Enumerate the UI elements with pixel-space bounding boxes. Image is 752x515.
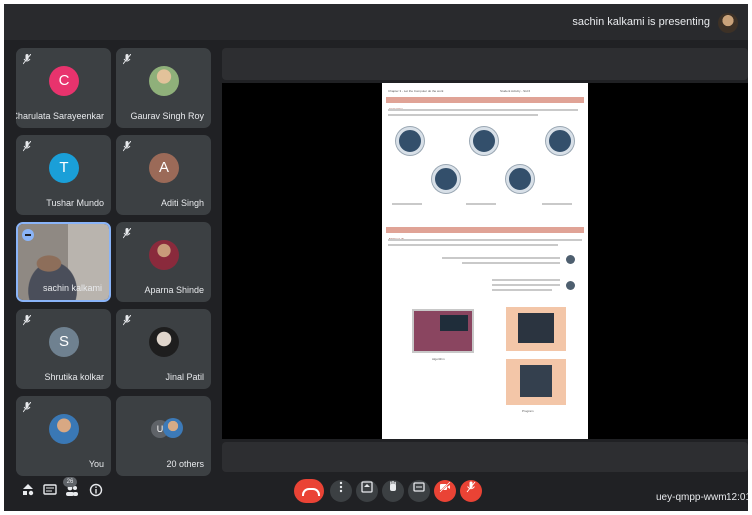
meet-window: sachin kalkami is presenting C Charulata…	[4, 4, 748, 511]
participant-tile[interactable]: Jinal Patil	[116, 309, 211, 389]
doc-header-right: Student Activity - Std 6	[500, 89, 531, 93]
doc-text-line	[388, 114, 538, 116]
participant-name: sachin kalkami	[42, 283, 102, 293]
activities-icon[interactable]	[20, 483, 36, 499]
stage-bottom-strip	[222, 442, 748, 472]
others-avatars: U	[151, 418, 183, 440]
avatar: T	[49, 153, 79, 183]
participant-name: You	[88, 459, 104, 469]
participant-name: Charulata Sarayeenkar	[16, 111, 104, 121]
doc-diagram-circle	[506, 165, 534, 193]
meeting-code: uey-qmpp-wwm	[656, 492, 727, 503]
doc-text-line	[392, 203, 422, 205]
avatar: S	[49, 327, 79, 357]
participant-tile[interactable]: A Aditi Singh	[116, 135, 211, 215]
doc-diagram-circle	[470, 127, 498, 155]
shared-document: Chapter 3 - Let the Computer do the work…	[382, 83, 588, 439]
doc-text-line	[542, 203, 572, 205]
doc-caption: Algorithm	[432, 357, 445, 361]
avatar: C	[49, 66, 79, 96]
participant-name: Tushar Mundo	[46, 198, 104, 208]
end-call-button[interactable]	[294, 479, 324, 503]
doc-diagram-circle	[546, 127, 574, 155]
presentation-stage[interactable]: Chapter 3 - Let the Computer do the work…	[222, 83, 748, 439]
camera-off-button[interactable]	[434, 480, 456, 502]
mic-muted-icon	[22, 401, 33, 414]
doc-step-bullet	[566, 255, 575, 264]
participant-name: Aditi Singh	[160, 198, 204, 208]
mic-muted-icon	[122, 53, 133, 66]
mic-muted-icon	[22, 314, 33, 327]
control-bar: 26 uey-qmpp-wwm 12:01	[4, 473, 748, 511]
avatar	[149, 66, 179, 96]
avatar	[149, 240, 179, 270]
top-bar: sachin kalkami is presenting	[4, 4, 748, 40]
captions-button[interactable]	[408, 480, 430, 502]
participant-tile-self[interactable]: You	[16, 396, 111, 476]
doc-header-left: Chapter 3 - Let the Computer do the work	[388, 89, 444, 93]
mic-muted-icon	[22, 53, 33, 66]
doc-text-line	[388, 239, 582, 241]
chat-icon[interactable]	[42, 483, 58, 499]
doc-diagram-circle	[432, 165, 460, 193]
doc-text-line	[388, 109, 578, 111]
participant-tile-video[interactable]: sachin kalkami	[16, 222, 111, 302]
present-now-button[interactable]	[356, 480, 378, 502]
doc-text-line	[492, 284, 560, 286]
doc-text-line	[492, 289, 552, 291]
more-options-button[interactable]	[330, 480, 352, 502]
participant-tile[interactable]: Gaurav Singh Roy	[116, 48, 211, 128]
doc-illustration-screen	[440, 315, 468, 331]
mic-muted-icon	[22, 140, 33, 153]
stage-top-strip	[222, 48, 748, 80]
doc-illustration-device	[518, 313, 554, 343]
mic-muted-icon	[122, 140, 133, 153]
avatar	[49, 414, 79, 444]
mic-muted-icon	[122, 227, 133, 240]
doc-section-band: Instruction	[386, 97, 584, 111]
doc-text-line	[388, 244, 558, 246]
doc-text-line	[492, 279, 560, 281]
presenter-avatar[interactable]	[718, 13, 738, 33]
avatar	[149, 327, 179, 357]
info-icon[interactable]	[88, 483, 104, 499]
participant-name: Shrutika kolkar	[44, 372, 104, 382]
meeting-time: 12:01	[726, 492, 748, 503]
doc-text-line	[466, 203, 496, 205]
presenter-label: sachin kalkami is presenting	[572, 16, 710, 28]
mic-muted-icon	[122, 314, 133, 327]
avatar	[163, 418, 183, 438]
participant-tile[interactable]: S Shrutika kolkar	[16, 309, 111, 389]
participant-name: Aparna Shinde	[144, 285, 204, 295]
doc-text-line	[442, 257, 560, 259]
participant-name: Gaurav Singh Roy	[130, 111, 204, 121]
raise-hand-button[interactable]	[382, 480, 404, 502]
participant-name: Jinal Patil	[165, 372, 204, 382]
doc-illustration-device	[520, 365, 552, 397]
others-count-label: 20 others	[166, 459, 204, 469]
doc-step-bullet	[566, 281, 575, 290]
avatar: A	[149, 153, 179, 183]
doc-diagram-circle	[396, 127, 424, 155]
others-tile[interactable]: U 20 others	[116, 396, 211, 476]
doc-caption: Program	[522, 409, 534, 413]
people-count-badge: 26	[63, 477, 77, 487]
mic-off-button[interactable]	[460, 480, 482, 502]
participant-tile[interactable]: C Charulata Sarayeenkar	[16, 48, 111, 128]
doc-text-line	[462, 262, 560, 264]
participant-tile[interactable]: Aparna Shinde	[116, 222, 211, 302]
participant-tile[interactable]: T Tushar Mundo	[16, 135, 111, 215]
pin-icon[interactable]	[22, 229, 34, 241]
doc-section-band: Making Life	[386, 227, 584, 241]
